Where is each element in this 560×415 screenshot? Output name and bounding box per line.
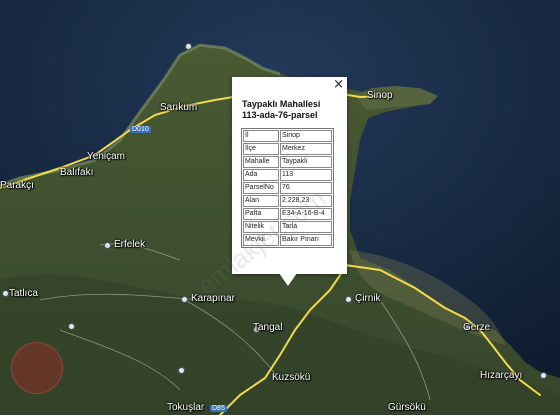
close-icon[interactable]: ×: [333, 77, 344, 92]
shield-d85: D85: [210, 405, 227, 412]
row-key: Pafta: [243, 208, 279, 220]
row-value: 113: [280, 169, 332, 181]
table-row: Ada 113: [243, 169, 332, 181]
place-label-kuzsoku: Kuzsökü: [272, 372, 311, 383]
row-value: Sinop: [280, 130, 332, 142]
row-key: Nitelik: [243, 221, 279, 233]
place-label-karapinar: Karapınar: [191, 293, 235, 304]
place-label-parakci: Parakçı: [0, 180, 34, 191]
place-label-balifaki: Balıfakı: [60, 167, 94, 178]
row-key: ParselNo: [243, 182, 279, 194]
row-key: İl: [243, 130, 279, 142]
place-dot-hizarcayi: [540, 372, 547, 379]
place-dot-erfelek: [104, 242, 111, 249]
table-row: İlçe Merkez: [243, 143, 332, 155]
shield-d010: D010: [130, 126, 151, 133]
table-row: Mevkii Bakır Pınarı: [243, 234, 332, 246]
row-value: Bakır Pınarı: [280, 234, 332, 246]
row-value: Tarla: [280, 221, 332, 233]
place-label-sinop: Sinop: [367, 90, 393, 101]
place-label-gerze: Gerze: [463, 322, 491, 333]
row-value: 2.228,23: [280, 195, 332, 207]
place-dot-karapinar: [181, 296, 188, 303]
place-label-yenicam: Yeniçam: [87, 151, 125, 162]
parcel-info-popup: × Taypaklı Mahallesi 113-ada-76-parsel İ…: [192, 77, 347, 301]
place-dot-kuzsoku: [178, 367, 185, 374]
row-value: E34-A-16-B-4: [280, 208, 332, 220]
row-value: Taypaklı: [280, 156, 332, 168]
popup-title-line1: Taypaklı Mahallesi: [242, 99, 321, 109]
table-row: İl Sinop: [243, 130, 332, 142]
place-label-tokuslar: Tokuşlar: [167, 402, 205, 413]
place-dot-tatlica: [2, 290, 9, 297]
row-value: Merkez: [280, 143, 332, 155]
popup-title-line2: 113-ada-76-parsel: [242, 110, 318, 120]
row-key: Mevkii: [243, 234, 279, 246]
row-value: 76: [280, 182, 332, 194]
parcel-info-table: İl Sinop İlçe Merkez Mahalle Taypaklı Ada 11…: [241, 128, 334, 248]
place-dot-sarikum: [185, 43, 192, 50]
popup-title: Taypaklı Mahallesi 113-ada-76-parsel: [242, 99, 320, 121]
place-label-sarikum: Sarıkum: [160, 102, 198, 113]
place-label-hizarcayi: Hızarçayı: [480, 370, 523, 381]
place-label-tangal: Tangal: [253, 322, 283, 333]
row-key: İlçe: [243, 143, 279, 155]
table-row: Nitelik Tarla: [243, 221, 332, 233]
row-key: Alan: [243, 195, 279, 207]
table-row: Alan 2.228,23: [243, 195, 332, 207]
table-row: Pafta E34-A-16-B-4: [243, 208, 332, 220]
logo-watermark: [11, 342, 63, 394]
table-row: Mahalle Taypaklı: [243, 156, 332, 168]
place-label-cirnik: Çirnik: [355, 293, 381, 304]
place-label-tatlica: Tatlıca: [9, 288, 38, 299]
place-label-gursoku: Gürsökü: [388, 402, 426, 413]
place-dot-cirnik: [345, 296, 352, 303]
popup-pointer: [279, 273, 297, 286]
row-key: Ada: [243, 169, 279, 181]
row-key: Mahalle: [243, 156, 279, 168]
place-dot-extra: [68, 323, 75, 330]
table-row: ParselNo 76: [243, 182, 332, 194]
place-label-erfelek: Erfelek: [114, 239, 146, 250]
